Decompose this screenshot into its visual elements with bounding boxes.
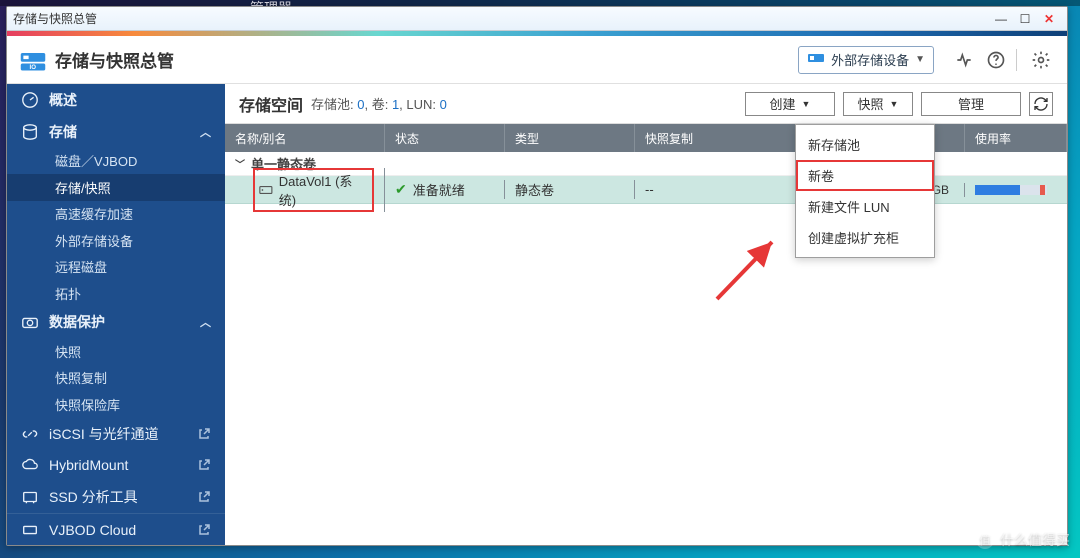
- menu-new-file-lun[interactable]: 新建文件 LUN: [796, 191, 934, 222]
- external-storage-dropdown[interactable]: 外部存储设备 ▼: [798, 46, 934, 74]
- col-usage[interactable]: 使用率: [965, 124, 1067, 152]
- table-header: 名称/别名 状态 类型 快照复制 容量 使用率: [225, 124, 1067, 152]
- create-dropdown-menu: 新存储池 新卷 新建文件 LUN 创建虚拟扩充柜: [795, 124, 935, 258]
- col-status[interactable]: 状态: [385, 124, 505, 152]
- nav-cache-accel[interactable]: 高速缓存加速: [7, 201, 225, 227]
- chevron-up-icon: ︿: [200, 124, 211, 140]
- type-cell: 静态卷: [505, 180, 635, 199]
- usage-bar: [975, 185, 1047, 195]
- external-link-icon: [197, 490, 211, 504]
- sidebar-nav: 概述 存储 ︿ 磁盘／VJBOD 存储/快照 高速缓存加速 外部存储设备 远程磁…: [7, 84, 225, 545]
- content-pane: 存储空间 存储池: 0, 卷: 1, LUN: 0 创建▼ 快照▼ 管理: [225, 84, 1067, 545]
- content-header: 存储空间 存储池: 0, 卷: 1, LUN: 0 创建▼ 快照▼ 管理: [225, 84, 1067, 124]
- col-name[interactable]: 名称/别名: [225, 124, 385, 152]
- database-icon: [21, 123, 39, 141]
- nav-disks-vjbod[interactable]: 磁盘／VJBOD: [7, 148, 225, 174]
- app-toolbar: IO 存储与快照总管 外部存储设备 ▼: [7, 36, 1067, 84]
- menu-new-virtual-enclosure[interactable]: 创建虚拟扩充柜: [796, 222, 934, 253]
- gauge-icon: [21, 91, 39, 109]
- snapshot-button[interactable]: 快照▼: [843, 92, 913, 116]
- nav-storage[interactable]: 存储 ︿: [7, 116, 225, 148]
- nav-snapshot-vault[interactable]: 快照保险库: [7, 391, 225, 417]
- svg-text:IO: IO: [30, 63, 37, 70]
- window-title: 存储与快照总管: [13, 10, 989, 27]
- watermark: 值 什么值得买: [976, 530, 1070, 550]
- chevron-down-icon: ▼: [890, 99, 899, 109]
- nav-storage-snapshot[interactable]: 存储/快照: [7, 174, 225, 200]
- volume-name: DataVol1 (系统): [279, 171, 368, 209]
- external-link-icon: [197, 458, 211, 472]
- cloud-icon: [21, 456, 39, 474]
- storage-snapshot-window: 存储与快照总管 — ☐ ✕ IO 存储与快照总管 外部存储设备 ▼: [6, 6, 1068, 546]
- volume-name-highlight: DataVol1 (系统): [253, 168, 374, 212]
- nav-hybridmount[interactable]: HybridMount: [7, 449, 225, 481]
- nav-overview[interactable]: 概述: [7, 84, 225, 116]
- app-icon: IO: [19, 46, 47, 74]
- nav-snapshot[interactable]: 快照: [7, 338, 225, 364]
- refresh-button[interactable]: [1029, 92, 1053, 116]
- help-icon[interactable]: [982, 46, 1010, 74]
- app-title: 存储与快照总管: [55, 47, 798, 72]
- chevron-down-icon: ▼: [915, 54, 925, 65]
- external-link-icon: [197, 523, 211, 537]
- window-minimize-button[interactable]: —: [989, 10, 1013, 28]
- menu-new-volume[interactable]: 新卷: [796, 160, 934, 191]
- volume-row[interactable]: DataVol1 (系统) ✔ 准备就绪 静态卷 -- 1.58 GB: [225, 176, 1067, 204]
- volume-icon: [259, 184, 273, 196]
- table-body: ﹀ 单一静态卷 DataVol1 (系统) ✔ 准备就绪: [225, 152, 1067, 545]
- settings-icon[interactable]: [1027, 46, 1055, 74]
- nav-external-storage[interactable]: 外部存储设备: [7, 227, 225, 253]
- nav-vjbod-cloud[interactable]: VJBOD Cloud: [7, 513, 225, 545]
- drive-icon: [807, 51, 825, 68]
- window-close-button[interactable]: ✕: [1037, 10, 1061, 28]
- nav-iscsi-fc[interactable]: iSCSI 与光纤通道: [7, 418, 225, 450]
- page-title: 存储空间: [239, 92, 303, 116]
- manage-button[interactable]: 管理: [921, 92, 1021, 116]
- status-ok-icon: ✔: [395, 181, 407, 198]
- window-maximize-button[interactable]: ☐: [1013, 10, 1037, 28]
- menu-new-pool[interactable]: 新存储池: [796, 129, 934, 160]
- chevron-down-icon: ▼: [802, 99, 811, 109]
- external-link-icon: [197, 427, 211, 441]
- camera-icon: [21, 313, 39, 331]
- link-icon: [21, 425, 39, 443]
- vjbod-icon: [21, 521, 39, 539]
- nav-data-protection[interactable]: 数据保护 ︿: [7, 306, 225, 338]
- diagnostics-icon[interactable]: [950, 46, 978, 74]
- col-type[interactable]: 类型: [505, 124, 635, 152]
- status-text: 准备就绪: [413, 180, 465, 199]
- create-button[interactable]: 创建▼: [745, 92, 835, 116]
- window-titlebar: 存储与快照总管 — ☐ ✕: [7, 7, 1067, 31]
- toolbar-divider: [1016, 49, 1017, 71]
- nav-ssd-profiling[interactable]: SSD 分析工具: [7, 481, 225, 513]
- chevron-up-icon: ︿: [200, 314, 211, 330]
- nav-snapshot-replica[interactable]: 快照复制: [7, 365, 225, 391]
- ssd-icon: [21, 488, 39, 506]
- watermark-icon: 值: [976, 531, 994, 549]
- nav-topology[interactable]: 拓扑: [7, 280, 225, 306]
- page-subtitle: 存储池: 0, 卷: 1, LUN: 0: [311, 94, 447, 113]
- external-storage-label: 外部存储设备: [831, 50, 909, 69]
- nav-remote-disk[interactable]: 远程磁盘: [7, 254, 225, 280]
